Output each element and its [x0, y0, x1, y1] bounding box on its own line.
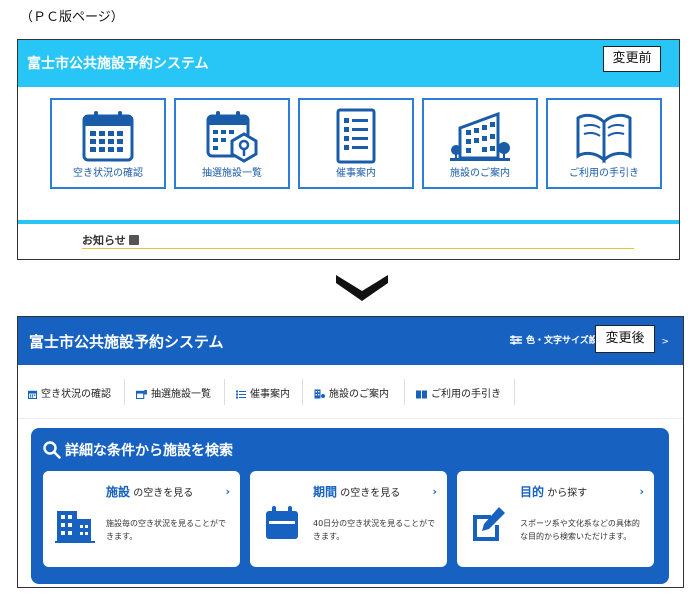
nav-item-events[interactable]: 催事案内 [236, 385, 290, 400]
chevron-right-icon: › [225, 485, 230, 498]
lottery-icon [136, 390, 147, 400]
document-list-icon [300, 108, 412, 168]
edit-icon [469, 501, 509, 549]
nav-item-availability[interactable]: 空き状況の確認 [27, 385, 111, 400]
nav-label: 催事案内 [250, 389, 290, 400]
news-underline [82, 248, 634, 249]
book-icon [416, 390, 427, 399]
chevron-down-icon [336, 275, 388, 305]
card-title: 期間 の空きを見る [313, 485, 401, 499]
search-icon [43, 441, 61, 459]
card-description: 40日分の空き状況を見ることができます。 [313, 519, 436, 541]
card-search-by-facility[interactable]: 施設 の空きを見る › 施設毎の空き状況を見ることができます。 [43, 471, 240, 567]
chevron-right-icon: › [639, 485, 644, 498]
before-screenshot: 富士市公共施設予約システム 変更前 空き状況の確認 抽選施設一覧 催事案内 施設… [17, 39, 680, 260]
tile-label: ご利用の手引き [569, 168, 639, 179]
card-title: 目的 から探す [520, 485, 588, 499]
tile-label: 抽選施設一覧 [202, 168, 262, 179]
chevron-right-icon: › [432, 485, 437, 498]
before-header: 富士市公共施設予約システム [18, 40, 679, 87]
search-panel-title: 詳細な条件から施設を検索 [43, 440, 233, 460]
before-site-title[interactable]: 富士市公共施設予約システム [27, 53, 209, 73]
calendar-icon [52, 108, 164, 168]
card-search-by-period[interactable]: 期間 の空きを見る › 40日分の空き状況を見ることができます。 [250, 471, 447, 567]
card-title: 施設 の空きを見る [106, 485, 194, 499]
card-header: 期間 の空きを見る › [250, 471, 447, 504]
after-screenshot: 富士市公共施設予約システム 色・文字サイズ設定 > 変更後 空き状況の確認 抽選… [17, 316, 684, 588]
before-divider-bar [18, 220, 679, 224]
after-header: 富士市公共施設予約システム 色・文字サイズ設定 > [18, 317, 683, 365]
card-search-by-purpose[interactable]: 目的 から探す › スポーツ系や文化系などの具体的な目的から検索いただけます。 [457, 471, 654, 567]
building-icon [314, 389, 325, 399]
settings-caret-icon: > [661, 337, 669, 347]
card-description: スポーツ系や文化系などの具体的な目的から検索いただけます。 [520, 519, 640, 541]
nav-label: 空き状況の確認 [41, 389, 111, 400]
tile-lottery[interactable]: 抽選施設一覧 [174, 98, 290, 189]
before-menu-tiles: 空き状況の確認 抽選施設一覧 催事案内 施設のご案内 ご利用の手引き [50, 98, 662, 189]
calendar-icon [264, 501, 300, 549]
sliders-icon [510, 335, 522, 345]
nav-label: 施設のご案内 [329, 389, 389, 400]
nav-separator [404, 379, 405, 405]
after-tag: 変更後 [595, 325, 655, 353]
tile-user-guide[interactable]: ご利用の手引き [546, 98, 662, 189]
nav-separator [302, 379, 303, 405]
search-title-text: 詳細な条件から施設を検索 [65, 443, 233, 459]
tile-events[interactable]: 催事案内 [298, 98, 414, 189]
before-news-heading: お知らせ [82, 232, 139, 248]
building-icon [53, 501, 97, 549]
after-nav-bar: 空き状況の確認 抽選施設一覧 催事案内 施設のご案内 ご利用の手引き [18, 365, 683, 419]
nav-item-user-guide[interactable]: ご利用の手引き [416, 385, 501, 400]
nav-label: ご利用の手引き [431, 389, 501, 400]
page-label: （ＰＣ版ページ） [20, 10, 124, 25]
nav-separator [224, 379, 225, 405]
tile-availability[interactable]: 空き状況の確認 [50, 98, 166, 189]
nav-item-lottery[interactable]: 抽選施設一覧 [136, 385, 211, 400]
nav-separator [514, 379, 515, 405]
display-settings-link[interactable]: 色・文字サイズ設定 [510, 333, 607, 346]
tile-label: 施設のご案内 [450, 168, 510, 179]
after-site-title[interactable]: 富士市公共施設予約システム [29, 331, 224, 352]
book-icon [548, 108, 660, 168]
card-header: 目的 から探す › [457, 471, 654, 504]
detailed-search-panel: 詳細な条件から施設を検索 施設 の空きを見る › 施設毎の空き状況を見ることがで… [31, 428, 669, 584]
calendar-icon [27, 390, 38, 400]
nav-label: 抽選施設一覧 [151, 389, 211, 400]
nav-separator [124, 379, 125, 405]
lottery-calendar-icon [176, 108, 288, 168]
tile-facility-guide[interactable]: 施設のご案内 [422, 98, 538, 189]
news-label: お知らせ [82, 234, 126, 247]
tile-label: 催事案内 [336, 168, 376, 179]
building-icon [424, 108, 536, 168]
rss-icon[interactable] [128, 235, 139, 245]
before-tag: 変更前 [603, 46, 661, 72]
nav-item-facility-guide[interactable]: 施設のご案内 [314, 385, 389, 400]
card-description: 施設毎の空き状況を見ることができます。 [106, 519, 226, 541]
tile-label: 空き状況の確認 [73, 168, 143, 179]
list-icon [236, 390, 246, 399]
card-header: 施設 の空きを見る › [43, 471, 240, 504]
